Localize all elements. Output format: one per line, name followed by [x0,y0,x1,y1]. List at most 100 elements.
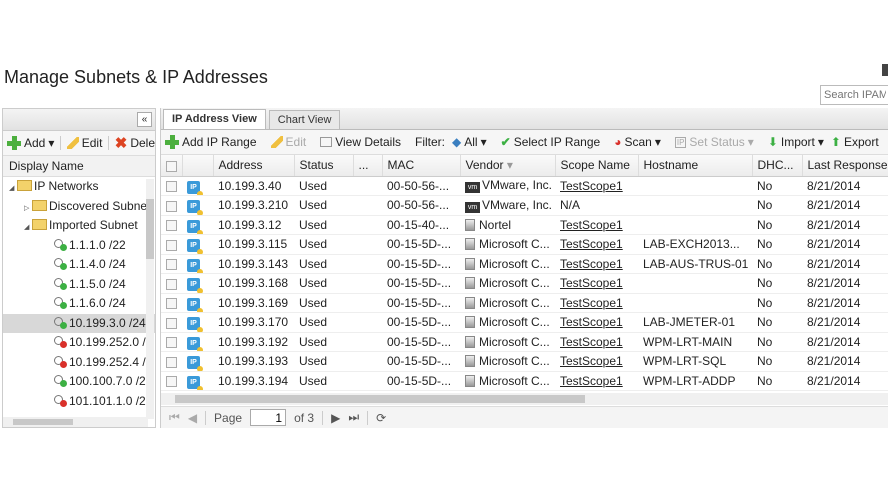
tree-horizontal-scrollbar[interactable] [3,417,148,427]
row-checkbox[interactable] [166,298,177,310]
tree-item[interactable]: 1.1.4.0 /24 [3,255,155,275]
row-checkbox[interactable] [166,200,177,212]
hostname-cell [638,215,752,235]
dhcp-cell: No [752,332,802,352]
delete-button[interactable]: ✖ Dele [115,134,155,152]
row-checkbox[interactable] [166,356,177,368]
next-page-button[interactable]: ▶ [331,411,340,425]
tree-item[interactable]: 100.100.7.0 /24 [3,372,155,392]
table-row[interactable]: IP 10.199.3.40 Used 00-50-56-... vm VMware, I… [161,176,888,196]
select-all-checkbox[interactable] [166,160,177,172]
row-checkbox[interactable] [166,181,177,193]
select-ip-range-button[interactable]: ✔ Select IP Range [501,135,601,149]
row-checkbox[interactable] [166,317,177,329]
table-row[interactable]: IP 10.199.3.170 Used 00-15-5D-... Microsoft … [161,312,888,333]
column-header[interactable]: MAC [382,155,461,177]
page-input[interactable] [250,409,287,426]
column-header[interactable] [182,155,214,177]
filter-dropdown[interactable]: ◆ All ▾ [452,135,487,149]
sort-icon: ▾ [506,158,513,173]
collapse-button[interactable]: « [137,112,152,127]
column-header[interactable]: Hostname [638,155,753,177]
tree-item[interactable]: 1.1.5.0 /24 [3,275,155,295]
last-response-cell: 8/21/2014 [802,176,888,196]
scope-link[interactable]: TestScope1 [560,296,623,310]
tab-chart-view[interactable]: Chart View [268,110,341,129]
row-checkbox[interactable] [166,239,177,251]
tree-item[interactable]: ▷ Discovered Subne [3,197,155,217]
column-header[interactable]: Vendor ▾ [460,155,556,177]
table-horizontal-scrollbar[interactable] [161,393,888,405]
table-row[interactable]: IP 10.199.3.115 Used 00-15-5D-... Microsoft … [161,234,888,255]
prev-page-button[interactable]: ◀ [188,411,197,425]
ip-icon: IP [674,136,687,148]
scope-link[interactable]: TestScope1 [560,179,623,193]
scope-link[interactable]: TestScope1 [560,374,623,388]
scope-link[interactable]: TestScope1 [560,276,623,290]
tree-vertical-scrollbar[interactable] [146,179,154,419]
address-cell: 10.199.3.143 [213,254,294,274]
column-header[interactable]: Status [294,155,354,177]
row-checkbox[interactable] [166,278,177,290]
tree-item[interactable]: 10.199.3.0 /24 [3,313,155,333]
address-cell: 10.199.3.169 [213,293,294,313]
edit-button[interactable]: Edit [66,136,102,150]
table-row[interactable]: IP 10.199.3.169 Used 00-15-5D-... Microsoft … [161,293,888,313]
scan-button[interactable]: ◕ Scan ▾ [614,135,661,149]
table-row[interactable]: IP 10.199.3.193 Used 00-15-5D-... Microsoft … [161,351,888,372]
edit-button[interactable]: Edit [270,135,306,149]
scope-link[interactable]: TestScope1 [560,335,623,349]
export-button[interactable]: ⬆ Export [831,135,879,149]
column-header[interactable]: Address [213,155,295,177]
tree-item[interactable]: ◢ IP Networks [3,177,155,197]
view-details-button[interactable]: View Details [320,135,401,149]
help-icon[interactable] [882,64,888,76]
add-ip-range-button[interactable]: Add IP Range [165,135,257,149]
pencil-icon [270,136,283,148]
last-page-button[interactable]: ⏭ [348,410,359,425]
import-button[interactable]: ⬇ Import ▾ [768,135,824,149]
scope-link[interactable]: TestScope1 [560,237,623,251]
display-name-header[interactable]: Display Name [3,156,155,177]
table-row[interactable]: IP 10.199.3.194 Used 00-15-5D-... Microsoft … [161,371,888,391]
tree-item[interactable]: 1.1.6.0 /24 [3,294,155,314]
last-response-cell: 8/21/2014 [802,293,888,313]
row-checkbox[interactable] [166,220,177,232]
hostname-cell: WPM-LRT-ADDP [638,371,752,391]
row-checkbox[interactable] [166,259,177,271]
column-header[interactable] [161,155,183,177]
table-row[interactable]: IP 10.199.3.143 Used 00-15-5D-... Microsoft … [161,254,888,274]
tree-item[interactable]: 1.1.1.0 /22 [3,236,155,256]
table-row[interactable]: IP 10.199.3.168 Used 00-15-5D-... Microsoft … [161,273,888,294]
status-cell: Used [294,254,353,274]
table-row[interactable]: IP 10.199.3.192 Used 00-15-5D-... Microsoft … [161,332,888,352]
column-header[interactable]: DHC... [752,155,803,177]
add-button[interactable]: Add ▾ [7,136,54,150]
vmware-icon: vm [465,201,480,213]
dhcp-cell: No [752,254,802,274]
tree-item[interactable]: 10.199.252.0 /3 [3,333,155,353]
set-status-button[interactable]: IP Set Status ▾ [674,135,754,149]
search-input[interactable] [820,85,888,105]
tree-item[interactable]: ◢ Imported Subnet [3,216,155,236]
tree-item[interactable]: 10.199.252.4 /3 [3,353,155,373]
scope-link[interactable]: TestScope1 [560,218,623,232]
column-header[interactable]: ... [353,155,383,177]
row-checkbox[interactable] [166,376,177,388]
table-row[interactable]: IP 10.199.3.210 Used 00-50-56-... vm VMware, … [161,195,888,216]
table-row[interactable]: IP 10.199.3.12 Used 00-15-40-... Nortel TestS… [161,215,888,235]
row-checkbox[interactable] [166,337,177,349]
first-page-button[interactable]: ⏮ [169,410,180,425]
scope-link[interactable]: TestScope1 [560,315,623,329]
column-header[interactable]: Scope Name [555,155,639,177]
scope-link[interactable]: TestScope1 [560,257,623,271]
refresh-icon[interactable]: ⟳ [376,411,386,425]
tab-ip-address-view[interactable]: IP Address View [163,109,266,129]
ip-address-icon: IP [187,375,203,390]
tree-item-label: 1.1.5.0 /24 [69,276,126,291]
column-header[interactable]: Last Response [802,155,888,177]
tree-item[interactable]: 101.101.1.0 /24 [3,392,155,412]
folder-icon [32,219,47,230]
scope-link[interactable]: TestScope1 [560,354,623,368]
vendor-cell: Microsoft C... [479,256,550,271]
